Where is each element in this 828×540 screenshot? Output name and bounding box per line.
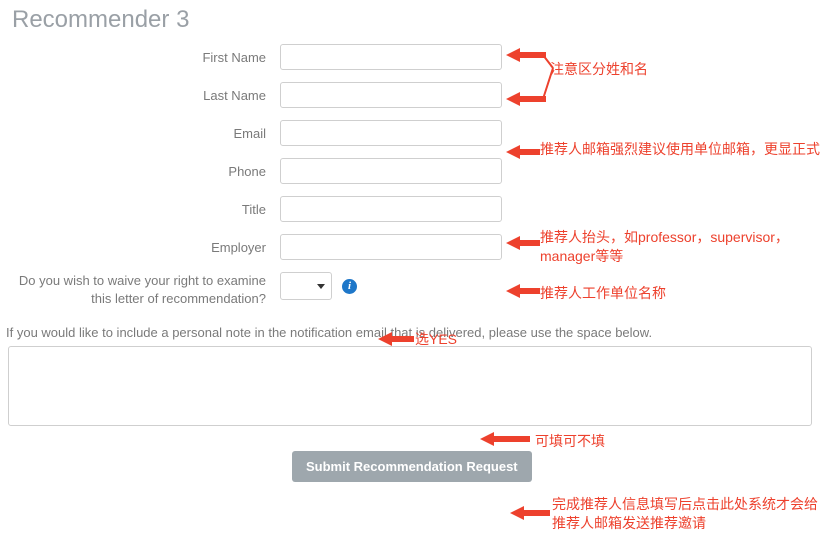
row-title: Title [0,196,828,222]
arrow-icon [480,430,530,451]
label-last-name: Last Name [0,88,280,103]
input-employer[interactable] [280,234,502,260]
input-phone[interactable] [280,158,502,184]
select-waive[interactable] [280,272,332,300]
personal-note-instruction: If you would like to include a personal … [0,321,828,346]
arrow-icon [510,504,550,525]
input-email[interactable] [280,120,502,146]
submit-button[interactable]: Submit Recommendation Request [292,451,532,482]
row-employer: Employer [0,234,828,260]
row-last-name: Last Name [0,82,828,108]
row-phone: Phone [0,158,828,184]
input-first-name[interactable] [280,44,502,70]
label-employer: Employer [0,240,280,255]
input-title[interactable] [280,196,502,222]
label-waive: Do you wish to waive your right to exami… [0,272,280,307]
row-first-name: First Name [0,44,828,70]
annotation-note: 可填可不填 [535,432,605,451]
row-email: Email [0,120,828,146]
chevron-down-icon [317,284,325,289]
label-phone: Phone [0,164,280,179]
input-last-name[interactable] [280,82,502,108]
label-email: Email [0,126,280,141]
row-waive: Do you wish to waive your right to exami… [0,272,828,307]
info-icon[interactable]: i [342,279,357,294]
annotation-submit: 完成推荐人信息填写后点击此处系统才会给推荐人邮箱发送推荐邀请 [552,495,820,533]
label-title: Title [0,202,280,217]
section-heading: Recommender 3 [0,0,828,44]
textarea-personal-note[interactable] [8,346,812,426]
label-first-name: First Name [0,50,280,65]
